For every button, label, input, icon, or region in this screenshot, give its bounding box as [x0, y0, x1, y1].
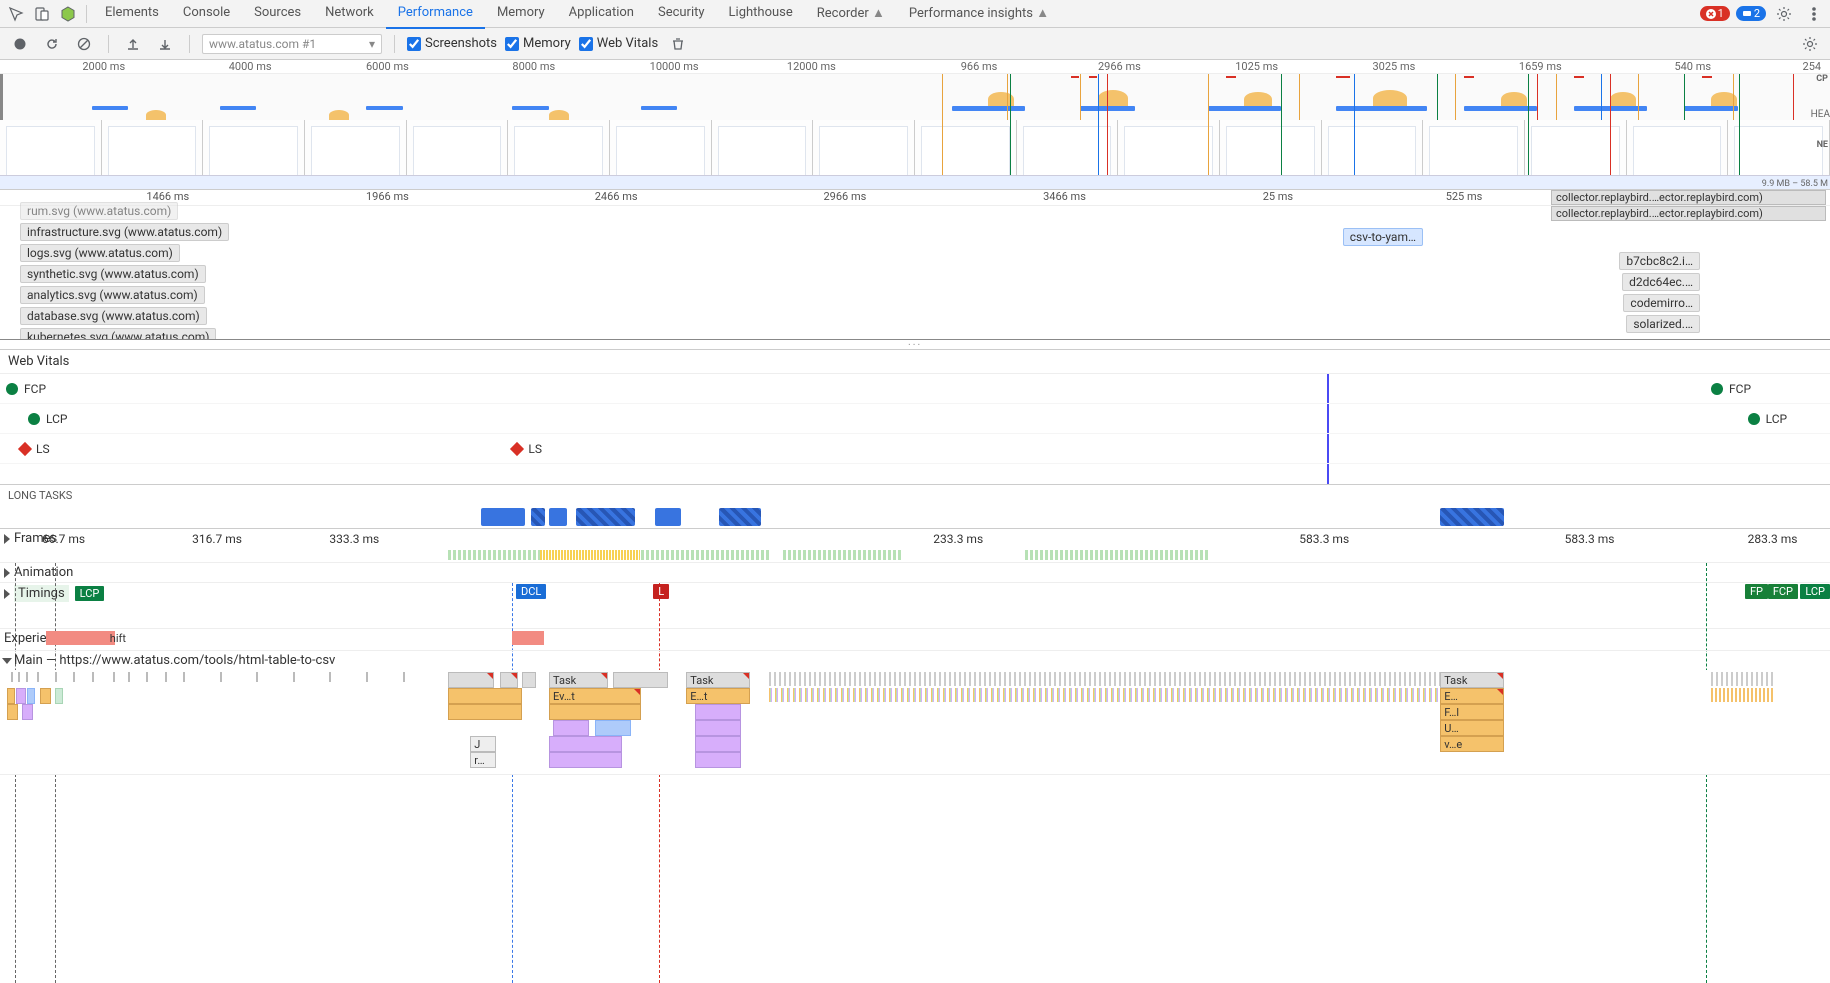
tab-perf-insights[interactable]: Performance insights ▲	[897, 0, 1061, 29]
webvitals-track: Web Vitals FCP FCP LCP LCP LS LS	[0, 350, 1830, 485]
recording-selector[interactable]: www.atatus.com #1▾	[202, 34, 382, 54]
frame-block[interactable]: v…e	[1440, 736, 1504, 752]
devtools-main-toolbar: Elements Console Sources Network Perform…	[0, 0, 1830, 28]
messages-badge[interactable]: 2	[1736, 6, 1766, 21]
experience-track[interactable]: Experience hift	[0, 629, 1830, 651]
tab-console[interactable]: Console	[171, 0, 242, 29]
network-request[interactable]: codemirro…	[1623, 294, 1700, 312]
frame-block[interactable]: F…l	[1440, 704, 1504, 720]
collapse-icon[interactable]	[2, 658, 12, 664]
ls-marker-icon	[510, 441, 524, 455]
screenshots-checkbox[interactable]: Screenshots	[407, 36, 497, 51]
network-request[interactable]: collector.replaybird.…ector.replaybird.c…	[1551, 190, 1826, 205]
main-thread-track[interactable]: Main — https://www.atatus.com/tools/html…	[0, 651, 1830, 775]
network-request[interactable]: database.svg (www.atatus.com)	[20, 307, 207, 325]
ls-marker-icon	[18, 441, 32, 455]
tab-sources[interactable]: Sources	[242, 0, 313, 29]
network-request[interactable]: d2dc64ec.…	[1622, 273, 1700, 291]
tab-security[interactable]: Security	[646, 0, 717, 29]
tab-elements[interactable]: Elements	[93, 0, 171, 29]
network-request[interactable]: logs.svg (www.atatus.com)	[20, 244, 180, 262]
lcp-label: LCP	[1766, 412, 1787, 426]
memory-range-label: 9.9 MB – 58.5 M	[1762, 179, 1828, 189]
record-icon[interactable]	[8, 32, 32, 56]
download-icon[interactable]	[153, 32, 177, 56]
settings-gear-icon[interactable]	[1772, 2, 1796, 26]
webvitals-header: Web Vitals	[0, 350, 1830, 374]
expand-icon[interactable]	[4, 534, 10, 544]
webvitals-checkbox[interactable]: Web Vitals	[579, 36, 658, 51]
ls-label: LS	[36, 442, 50, 456]
overview-pane[interactable]: 2000 ms 4000 ms 6000 ms 8000 ms 10000 ms…	[0, 60, 1830, 120]
network-request[interactable]: analytics.svg (www.atatus.com)	[20, 286, 205, 304]
fcp-marker[interactable]: FCP	[1768, 584, 1798, 599]
dcl-marker[interactable]: DCL	[516, 584, 546, 599]
network-request[interactable]: synthetic.svg (www.atatus.com)	[20, 265, 206, 283]
expand-icon[interactable]	[4, 568, 10, 578]
frames-track[interactable]: Frames 66.7 ms 316.7 ms 333.3 ms 233.3 m…	[0, 529, 1830, 563]
tab-lighthouse[interactable]: Lighthouse	[717, 0, 805, 29]
animation-track[interactable]: Animation	[0, 563, 1830, 583]
lcp-label: LCP	[46, 412, 67, 426]
network-track[interactable]: 1466 ms 1966 ms 2466 ms 2966 ms 3466 ms …	[0, 190, 1830, 340]
fcp-label: FCP	[24, 382, 46, 396]
fcp-label: FCP	[1729, 382, 1751, 396]
network-request[interactable]: csv-to-yam…	[1343, 228, 1423, 246]
task-block[interactable]: Task	[686, 672, 750, 688]
capture-settings-gear-icon[interactable]	[1798, 32, 1822, 56]
trash-icon[interactable]	[666, 32, 690, 56]
ls-label: LS	[528, 442, 542, 456]
network-request[interactable]: rum.svg (www.atatus.com)	[20, 202, 178, 220]
reload-icon[interactable]	[40, 32, 64, 56]
fp-marker[interactable]: FP	[1745, 584, 1768, 599]
event-block[interactable]: E…	[1440, 688, 1504, 704]
upload-icon[interactable]	[121, 32, 145, 56]
network-request[interactable]: collector.replaybird.…ector.replaybird.c…	[1551, 206, 1826, 221]
network-request[interactable]: infrastructure.svg (www.atatus.com)	[20, 223, 229, 241]
long-tasks-track: LONG TASKS	[0, 485, 1830, 529]
resize-handle[interactable]: ∙∙∙	[0, 340, 1830, 350]
clear-icon[interactable]	[72, 32, 96, 56]
longtasks-header: LONG TASKS	[0, 485, 1830, 506]
frame-block[interactable]: U…	[1440, 720, 1504, 736]
node-icon[interactable]	[56, 2, 80, 26]
lcp-marker-icon	[1748, 413, 1760, 425]
performance-toolbar: www.atatus.com #1▾ Screenshots Memory We…	[0, 28, 1830, 60]
event-block[interactable]: Ev…t	[549, 688, 641, 704]
tab-network[interactable]: Network	[313, 0, 386, 29]
device-toggle-icon[interactable]	[30, 2, 54, 26]
tab-memory[interactable]: Memory	[485, 0, 557, 29]
tab-application[interactable]: Application	[557, 0, 646, 29]
event-block[interactable]: E…t	[686, 688, 750, 704]
cpu-label: CP	[1816, 74, 1828, 84]
panel-tabs: Elements Console Sources Network Perform…	[93, 0, 1698, 29]
fcp-marker-icon	[6, 383, 18, 395]
memory-checkbox[interactable]: Memory	[505, 36, 571, 51]
tab-performance[interactable]: Performance	[386, 0, 485, 29]
frame-block[interactable]: r…	[470, 752, 496, 768]
network-request[interactable]: b7cbc8c2.i…	[1619, 252, 1700, 270]
inspect-icon[interactable]	[4, 2, 28, 26]
network-request[interactable]: solarized.…	[1626, 315, 1700, 333]
overview-ruler: 2000 ms 4000 ms 6000 ms 8000 ms 10000 ms…	[0, 60, 1830, 74]
timings-track[interactable]: Timings LCP DCL L FP FCP LCP	[0, 583, 1830, 629]
fcp-marker-icon	[1711, 383, 1723, 395]
task-block[interactable]: Task	[1440, 672, 1504, 688]
network-request[interactable]: kubernetes.svg (www.atatus.com)	[20, 328, 216, 341]
screenshots-filmstrip[interactable]: 9.9 MB – 58.5 M NE	[0, 120, 1830, 190]
net-label: NE	[1817, 140, 1828, 150]
task-block[interactable]: Task	[549, 672, 608, 688]
lcp-marker[interactable]: LCP	[1800, 584, 1830, 599]
load-marker[interactable]: L	[653, 584, 669, 599]
heap-label: HEA	[1811, 109, 1830, 120]
lcp-marker-icon	[28, 413, 40, 425]
more-menu-icon[interactable]	[1802, 2, 1826, 26]
tab-recorder[interactable]: Recorder ▲	[805, 0, 897, 29]
errors-badge[interactable]: 1	[1700, 6, 1730, 21]
expand-icon[interactable]	[4, 589, 10, 599]
frame-block[interactable]: J	[470, 736, 496, 752]
